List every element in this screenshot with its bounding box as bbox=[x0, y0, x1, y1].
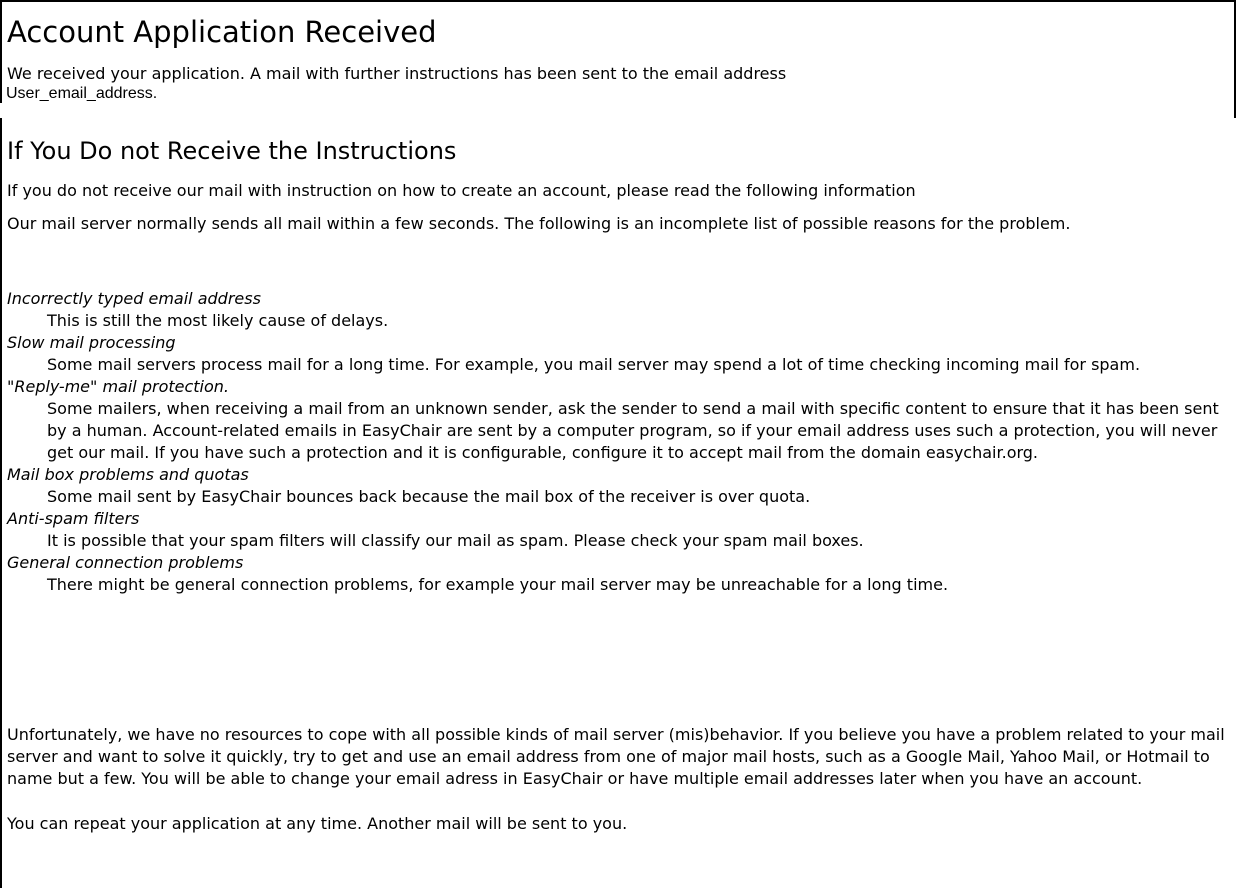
reason-term: "Reply-me" mail protection. bbox=[7, 377, 230, 396]
intro-text: We received your application. A mail wit… bbox=[7, 64, 787, 83]
reason-term: Mail box problems and quotas bbox=[7, 465, 249, 484]
reason-term: Anti-spam filters bbox=[7, 509, 140, 528]
paragraph-repeat: You can repeat your application at any t… bbox=[7, 814, 628, 833]
reason-term: Incorrectly typed email address bbox=[7, 289, 261, 308]
reason-description: This is still the most likely cause of d… bbox=[47, 311, 389, 330]
reason-description: It is possible that your spam filters wi… bbox=[47, 531, 864, 550]
page-title: Account Application Received bbox=[7, 15, 437, 49]
reasons-list: Incorrectly typed email address This is … bbox=[7, 288, 1231, 596]
frame-gap bbox=[0, 103, 6, 118]
reason-description: There might be general connection proble… bbox=[47, 575, 949, 594]
frame-right-mask bbox=[1232, 118, 1236, 888]
reason-term: Slow mail processing bbox=[7, 333, 176, 352]
paragraph-resources: Unfortunately, we have no resources to c… bbox=[7, 725, 1225, 788]
paragraph-server-info: Our mail server normally sends all mail … bbox=[7, 214, 1071, 233]
reason-description: Some mailers, when receiving a mail from… bbox=[47, 399, 1219, 462]
reason-description: Some mail sent by EasyChair bounces back… bbox=[47, 487, 811, 506]
paragraph-info: If you do not receive our mail with inst… bbox=[7, 181, 916, 200]
user-email-address: User_email_address. bbox=[6, 85, 158, 102]
reason-description: Some mail servers process mail for a lon… bbox=[47, 355, 1141, 374]
section-heading: If You Do not Receive the Instructions bbox=[7, 137, 457, 165]
reason-term: General connection problems bbox=[7, 553, 244, 572]
